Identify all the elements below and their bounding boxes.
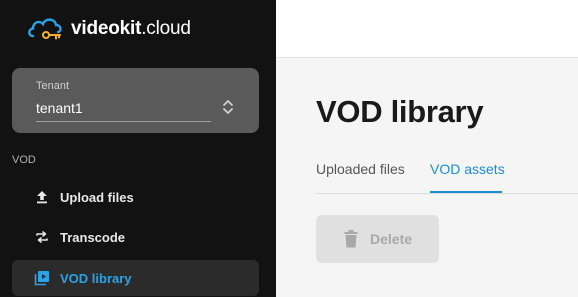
- brand-logo[interactable]: videokit.cloud: [27, 14, 191, 44]
- delete-button[interactable]: Delete: [316, 215, 439, 263]
- tenant-select[interactable]: Tenant tenant1: [12, 68, 259, 133]
- upload-icon: [34, 189, 50, 205]
- active-tab-indicator: [430, 191, 502, 193]
- sidebar-item-label: Transcode: [60, 229, 126, 245]
- main-content: VOD library Uploaded files VOD assets De…: [276, 58, 578, 297]
- sidebar-item-upload-files[interactable]: Upload files: [12, 179, 259, 215]
- video-library-icon: [34, 270, 50, 286]
- delete-button-label: Delete: [370, 231, 413, 247]
- sidebar-item-transcode[interactable]: Transcode: [12, 219, 259, 255]
- sidebar-item-vod-library[interactable]: VOD library: [12, 260, 259, 296]
- brand-name: videokit.cloud: [71, 18, 191, 39]
- page-title: VOD library: [316, 94, 484, 129]
- section-label-vod: VOD: [12, 154, 36, 166]
- top-app-bar: [276, 0, 578, 58]
- unfold-icon: [221, 98, 235, 121]
- swap-icon: [34, 229, 50, 245]
- tenant-label: Tenant: [36, 80, 70, 92]
- tenant-underline: [36, 121, 211, 122]
- sidebar-item-label: VOD library: [60, 270, 132, 286]
- tenant-value: tenant1: [36, 100, 83, 116]
- sidebar-item-label: Upload files: [60, 189, 134, 205]
- sidebar: videokit.cloud Tenant tenant1 VOD Upload…: [0, 0, 276, 297]
- trash-icon: [344, 230, 358, 248]
- tab-uploaded-files[interactable]: Uploaded files: [316, 161, 405, 177]
- cloud-key-icon: [28, 18, 62, 40]
- tab-bar: Uploaded files VOD assets: [316, 155, 578, 194]
- tab-vod-assets[interactable]: VOD assets: [430, 161, 505, 177]
